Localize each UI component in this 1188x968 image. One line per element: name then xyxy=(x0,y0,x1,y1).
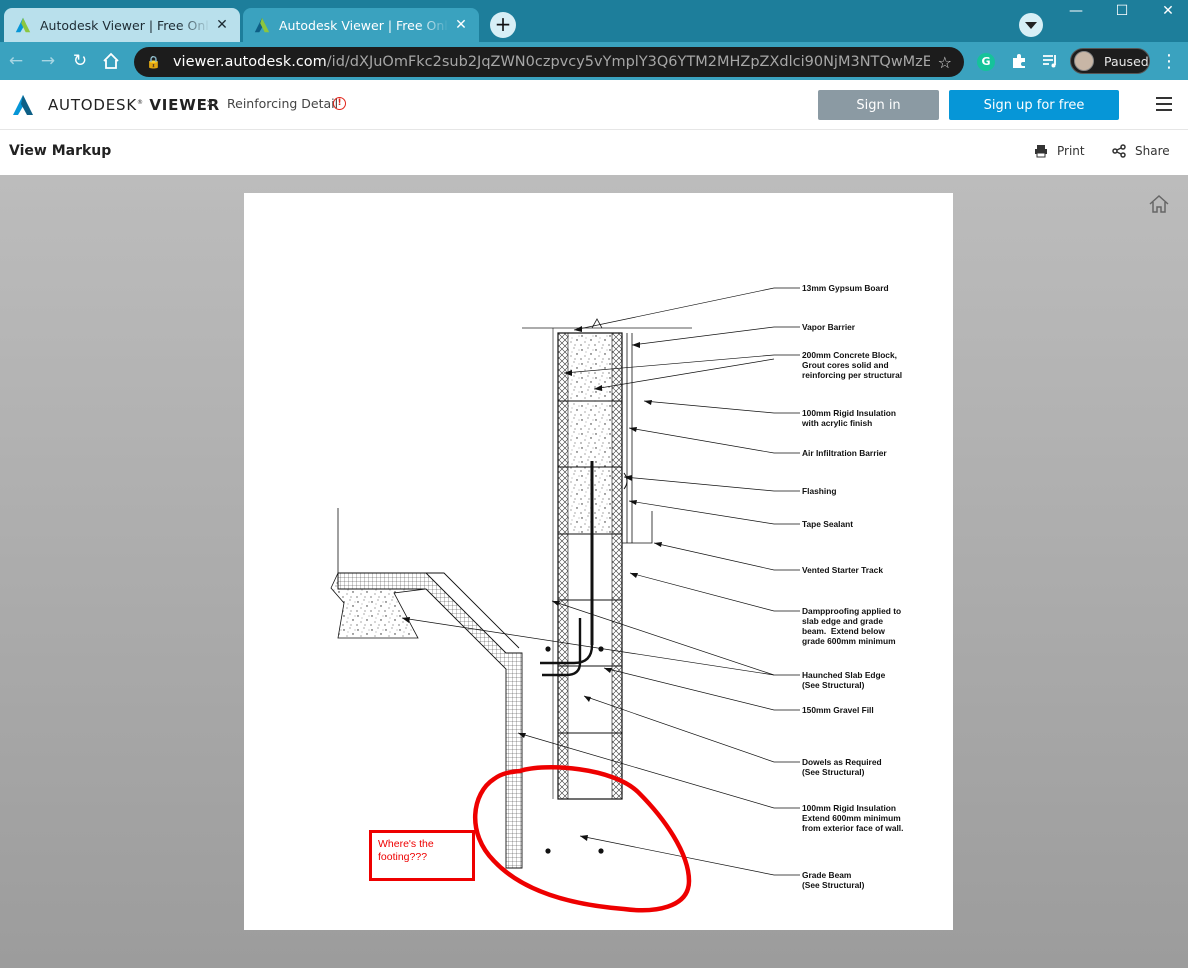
address-bar[interactable]: 🔒 viewer.autodesk.com /id/dXJuOmFkc2sub2… xyxy=(134,47,964,77)
sign-up-button[interactable]: Sign up for free xyxy=(949,90,1119,120)
app-header: AUTODESK® VIEWER › Reinforcing Detail ! … xyxy=(0,80,1188,130)
close-window-icon[interactable]: ✕ xyxy=(1145,0,1188,24)
share-icon xyxy=(1112,144,1126,158)
reload-icon[interactable]: ↻ xyxy=(68,50,92,72)
print-label: Print xyxy=(1057,144,1085,158)
drawing-sheet[interactable]: 13mm Gypsum Board Vapor Barrier 200mm Co… xyxy=(244,193,953,930)
autodesk-logo-icon[interactable] xyxy=(12,94,34,116)
tab-title: Autodesk Viewer | Free Online File Viewe… xyxy=(40,17,210,33)
browser-toolbar: ← → ↻ 🔒 viewer.autodesk.com /id/dXJuOmFk… xyxy=(0,42,1188,80)
profile-button[interactable]: Paused xyxy=(1070,48,1150,74)
media-queue-icon[interactable] xyxy=(1041,52,1059,70)
markup-comment[interactable]: Where's the footing??? xyxy=(369,830,475,881)
chevron-right-icon: › xyxy=(206,93,213,112)
viewer-canvas[interactable]: 13mm Gypsum Board Vapor Barrier 200mm Co… xyxy=(0,175,1188,968)
extensions-puzzle-icon[interactable] xyxy=(1010,52,1028,70)
autodesk-logo-icon xyxy=(15,17,31,33)
label-grade-beam: Grade Beam (See Structural) xyxy=(802,870,865,890)
hamburger-menu-icon[interactable] xyxy=(1156,97,1172,111)
url-path: /id/dXJuOmFkc2sub2JqZWN0czpvcy5vYmplY3Q6… xyxy=(326,54,930,70)
label-haunched-slab: Haunched Slab Edge (See Structural) xyxy=(802,670,886,690)
share-label: Share xyxy=(1135,144,1170,158)
lock-icon: 🔒 xyxy=(146,55,161,69)
home-view-icon[interactable] xyxy=(1148,193,1170,215)
url-host: viewer.autodesk.com xyxy=(172,54,327,70)
markup-toolbar: View Markup Print Share xyxy=(0,131,1188,175)
share-button[interactable]: Share xyxy=(1112,144,1170,158)
label-rigid-insulation-extend: 100mm Rigid Insulation Extend 600mm mini… xyxy=(802,803,904,833)
label-rigid-insulation-acrylic: 100mm Rigid Insulation with acrylic fini… xyxy=(802,408,897,428)
avatar xyxy=(1074,51,1094,71)
brand-light: AUTODESK xyxy=(48,96,137,114)
close-tab-icon[interactable]: ✕ xyxy=(214,17,230,33)
profile-status: Paused xyxy=(1104,53,1149,69)
forward-arrow-icon[interactable]: → xyxy=(36,50,60,72)
label-concrete-block: 200mm Concrete Block, Grout cores solid … xyxy=(802,350,903,380)
label-gravel-fill: 150mm Gravel Fill xyxy=(802,705,874,715)
minimize-icon[interactable]: — xyxy=(1053,0,1099,24)
browser-tab[interactable]: Autodesk Viewer | Free Online File Viewe… xyxy=(4,8,240,42)
autodesk-logo-icon xyxy=(254,17,270,33)
document-name: Reinforcing Detail xyxy=(227,96,339,111)
sign-in-button[interactable]: Sign in xyxy=(818,90,939,120)
label-dampproofing: Dampproofing applied to slab edge and gr… xyxy=(802,606,902,646)
home-icon[interactable] xyxy=(99,50,123,72)
back-arrow-icon[interactable]: ← xyxy=(4,50,28,72)
grammarly-extension-icon[interactable]: G xyxy=(977,53,995,71)
tab-search-icon[interactable] xyxy=(1019,13,1043,37)
maximize-icon[interactable]: ☐ xyxy=(1099,0,1145,24)
label-tape-sealant: Tape Sealant xyxy=(802,519,854,529)
close-tab-icon[interactable]: ✕ xyxy=(453,17,469,33)
bookmark-star-icon[interactable]: ☆ xyxy=(938,53,952,72)
brand-name[interactable]: AUTODESK® VIEWER xyxy=(48,96,220,114)
tab-title: Autodesk Viewer | Free Online File Viewe… xyxy=(279,17,449,33)
label-vapor-barrier: Vapor Barrier xyxy=(802,322,856,332)
label-gypsum-board: 13mm Gypsum Board xyxy=(802,283,889,293)
printer-icon xyxy=(1035,145,1047,158)
browser-tab-active[interactable]: Autodesk Viewer | Free Online File Viewe… xyxy=(243,8,479,42)
label-dowels: Dowels as Required (See Structural) xyxy=(802,757,882,777)
browser-menu-icon[interactable]: ⋮ xyxy=(1160,51,1178,72)
print-button[interactable]: Print xyxy=(1034,144,1085,158)
warning-icon[interactable]: ! xyxy=(333,97,346,110)
new-tab-button[interactable]: + xyxy=(490,12,516,38)
view-markup-title: View Markup xyxy=(9,143,112,159)
label-flashing: Flashing xyxy=(802,486,837,496)
browser-tab-strip: Autodesk Viewer | Free Online File Viewe… xyxy=(0,0,1188,42)
label-air-barrier: Air Infiltration Barrier xyxy=(802,448,887,458)
label-starter-track: Vented Starter Track xyxy=(802,565,883,575)
